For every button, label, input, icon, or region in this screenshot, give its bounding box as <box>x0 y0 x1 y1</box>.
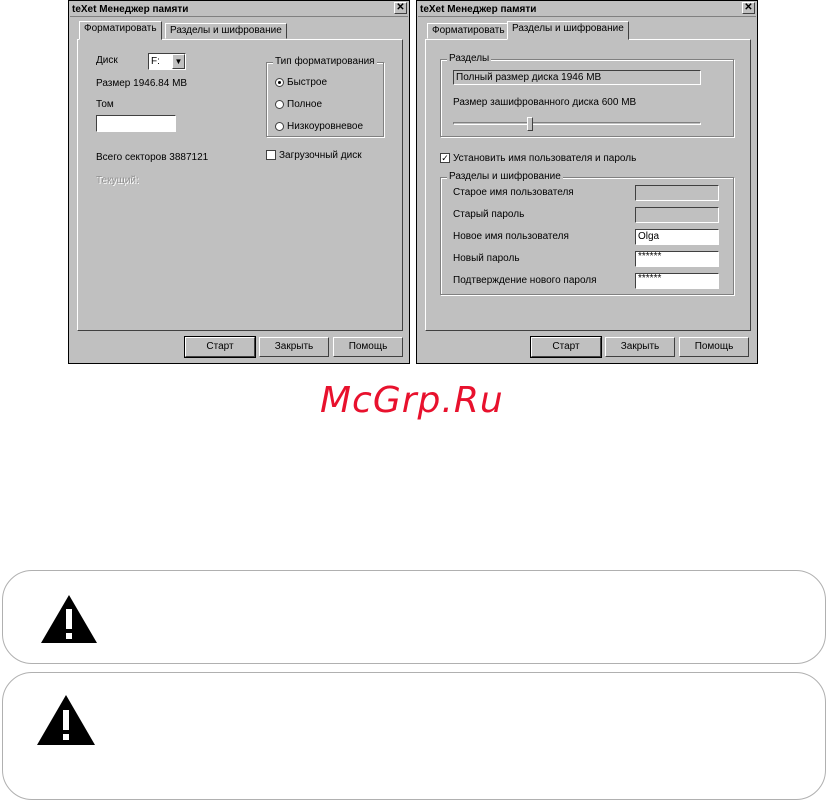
old-password-label: Старый пароль <box>453 209 525 220</box>
encryption-group: Разделы и шифрование Старое имя пользова… <box>440 171 734 295</box>
format-type-group: Тип форматирования Быстрое Полное Низкоу… <box>266 56 384 137</box>
volume-label: Том <box>96 99 114 110</box>
tab-partitions-encryption[interactable]: Разделы и шифрование <box>507 21 629 40</box>
encrypted-size-slider-thumb[interactable] <box>526 117 533 131</box>
set-credentials-checkbox-box[interactable]: ✓ <box>440 153 450 164</box>
new-username-label: Новое имя пользователя <box>453 231 569 242</box>
format-tab-panel: Диск F: ▼ Размер 1946.84 MB Том Тип форм… <box>77 39 403 331</box>
set-credentials-checkbox[interactable]: ✓ Установить имя пользователя и пароль <box>440 153 636 164</box>
confirm-password-field[interactable]: ****** <box>635 273 719 289</box>
partitions-group: Разделы Полный размер диска 1946 MB Разм… <box>440 53 734 137</box>
tab-partitions-encryption[interactable]: Разделы и шифрование <box>165 23 287 39</box>
tab-format[interactable]: Форматировать <box>427 23 510 39</box>
encryption-group-title: Разделы и шифрование <box>447 171 563 183</box>
help-button[interactable]: Помощь <box>679 337 749 357</box>
total-sectors-text: Всего секторов 3887121 <box>96 152 209 163</box>
new-password-label: Новый пароль <box>453 253 520 264</box>
warning-box <box>2 570 826 664</box>
encryption-tab-panel: Разделы Полный размер диска 1946 MB Разм… <box>425 39 751 331</box>
window-title: teXet Менеджер памяти <box>418 2 756 17</box>
size-text: Размер 1946.84 MB <box>96 78 188 89</box>
partitions-group-title: Разделы <box>447 53 492 65</box>
radio-low-level-indicator[interactable] <box>275 121 284 131</box>
old-username-field <box>635 185 719 201</box>
close-button[interactable]: ✕ <box>742 2 755 14</box>
start-button[interactable]: Старт <box>184 336 256 358</box>
boot-disk-checkbox-box[interactable] <box>266 150 276 161</box>
tab-format[interactable]: Форматировать <box>79 21 162 40</box>
full-size-field: Полный размер диска 1946 MB <box>453 70 701 85</box>
help-button[interactable]: Помощь <box>333 337 403 357</box>
radio-low-level[interactable]: Низкоуровневое <box>275 121 363 132</box>
current-status-text: Текущий: <box>96 175 139 186</box>
warning-box <box>2 672 826 800</box>
disk-select-value: F: <box>151 56 160 67</box>
boot-disk-checkbox[interactable]: Загрузочный диск <box>266 150 362 161</box>
close-dialog-button[interactable]: Закрыть <box>259 337 329 357</box>
new-password-field[interactable]: ****** <box>635 251 719 267</box>
radio-full-indicator[interactable] <box>275 99 284 109</box>
encrypted-size-text: Размер зашифрованного диска 600 MB <box>453 97 637 108</box>
close-button[interactable]: ✕ <box>394 2 407 14</box>
chevron-down-icon[interactable]: ▼ <box>172 54 185 69</box>
memory-manager-window-format: teXet Менеджер памяти ✕ Форматировать Ра… <box>68 0 410 364</box>
new-username-field[interactable]: Olga <box>635 229 719 245</box>
radio-full[interactable]: Полное <box>275 99 322 110</box>
start-button[interactable]: Старт <box>530 336 602 358</box>
memory-manager-window-encryption: teXet Менеджер памяти ✕ Форматировать Ра… <box>416 0 758 364</box>
confirm-password-label: Подтверждение нового пароля <box>453 275 597 286</box>
warning-icon <box>37 695 95 745</box>
old-username-label: Старое имя пользователя <box>453 187 574 198</box>
close-dialog-button[interactable]: Закрыть <box>605 337 675 357</box>
watermark-logo: McGrp.Ru <box>320 380 504 421</box>
warning-icon <box>41 595 97 643</box>
format-type-group-title: Тип форматирования <box>273 56 377 68</box>
disk-select[interactable]: F: ▼ <box>148 53 186 70</box>
window-title: teXet Менеджер памяти <box>70 2 408 17</box>
disk-label: Диск <box>96 55 118 66</box>
volume-input[interactable] <box>96 115 176 132</box>
radio-quick-indicator[interactable] <box>275 77 284 87</box>
old-password-field <box>635 207 719 223</box>
radio-quick[interactable]: Быстрое <box>275 77 327 88</box>
encrypted-size-slider-track[interactable] <box>453 122 701 125</box>
